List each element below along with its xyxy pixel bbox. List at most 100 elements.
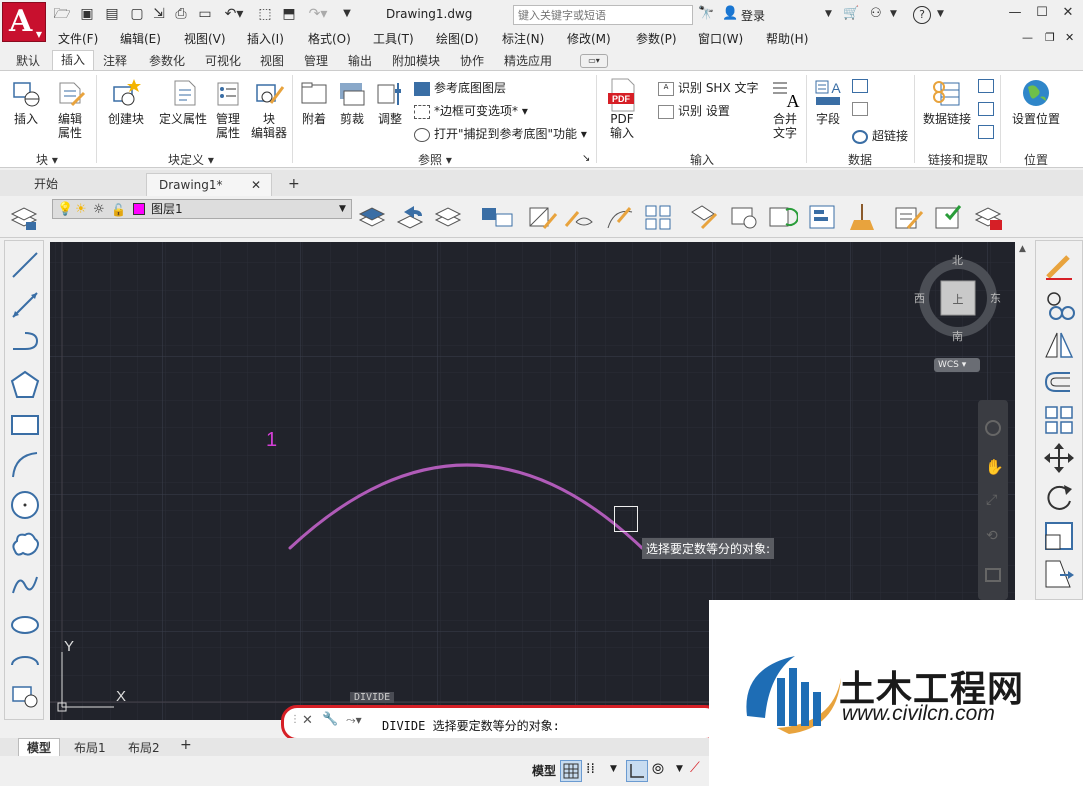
app-menu-button[interactable]: A ▼ — [2, 2, 46, 42]
menu-parametric[interactable]: 参数(P) — [636, 30, 677, 47]
circle-icon[interactable] — [9, 489, 41, 521]
plot-preview-icon[interactable]: ⬚ — [256, 5, 274, 23]
tab-view[interactable]: 视图 — [260, 52, 284, 69]
qat-customize-icon[interactable]: ▼ — [338, 5, 356, 23]
close-tab-icon[interactable]: ✕ — [251, 174, 261, 196]
compass-north[interactable]: 北 — [952, 252, 963, 268]
check-spelling-icon[interactable] — [932, 202, 964, 232]
insert-block-button[interactable]: 插入 — [6, 77, 46, 126]
viewport-icon[interactable] — [478, 202, 518, 232]
data-link-button[interactable]: 数据链接 — [918, 77, 976, 126]
account-dropdown-icon[interactable]: ▼ — [825, 9, 832, 19]
tab-layout1[interactable]: 布局1 — [74, 739, 106, 756]
layer-dropdown[interactable]: 💡 ☀ ☼ 🔓 图层1 ▼ — [52, 199, 352, 219]
edit-spline-icon[interactable] — [604, 202, 636, 232]
extract-data-icon[interactable] — [978, 79, 994, 93]
import-icon[interactable]: ⇲ — [150, 5, 168, 23]
polar-dropdown-icon[interactable]: ▼ — [676, 764, 683, 774]
attribute-manager-icon[interactable] — [806, 202, 838, 232]
menu-format[interactable]: 格式(O) — [308, 30, 351, 47]
recognize-shx-button[interactable]: A 识别 SHX 文字 — [658, 79, 759, 96]
copy-icon[interactable] — [1042, 287, 1076, 321]
undo-icon[interactable]: ↶▾ — [220, 5, 248, 23]
grid-toggle-icon[interactable] — [560, 760, 582, 782]
scale-icon[interactable] — [1042, 519, 1076, 553]
zoom-extents-icon[interactable]: ⤢ — [986, 492, 997, 508]
ellipse-arc-icon[interactable] — [9, 649, 41, 681]
orbit-icon[interactable]: ⟲ — [986, 528, 998, 544]
erase-icon[interactable] — [1042, 249, 1076, 283]
help-dropdown-icon[interactable]: ▼ — [937, 9, 944, 19]
tab-annotate[interactable]: 注释 — [103, 52, 127, 69]
tab-featured-apps[interactable]: 精选应用 — [504, 52, 552, 69]
snap-mode-icon[interactable]: ⁞⁞ — [586, 761, 595, 777]
isodraft-icon[interactable]: ⟋ — [690, 760, 700, 776]
polygon-icon[interactable] — [9, 369, 41, 401]
ribbon-minimize-icon[interactable]: ▭▾ — [580, 54, 608, 68]
scroll-up-icon[interactable]: ▲ — [1019, 244, 1026, 254]
compass-east[interactable]: 东 — [990, 290, 1001, 306]
close-icon[interactable]: ✕ — [1058, 5, 1078, 23]
tab-visualize[interactable]: 可视化 — [205, 52, 241, 69]
attribute-edit-icon[interactable] — [688, 202, 720, 232]
rotate-icon[interactable] — [1042, 481, 1076, 515]
make-current-layer-icon[interactable] — [356, 202, 388, 232]
hatch-pencil-icon[interactable] — [526, 202, 558, 232]
rectangle-icon[interactable] — [9, 409, 41, 441]
tab-collaborate[interactable]: 协作 — [460, 52, 484, 69]
polar-tracking-icon[interactable]: ⦾ — [652, 760, 664, 778]
merge-text-button[interactable]: A 合并 文字 — [766, 77, 804, 140]
menu-help[interactable]: 帮助(H) — [766, 30, 808, 47]
open-folder-icon[interactable]: 🗁 — [53, 5, 71, 23]
close-command-icon[interactable]: ✕ — [302, 713, 313, 728]
panel-launcher-icon[interactable]: ↘ — [582, 153, 590, 164]
recent-commands-icon[interactable]: ⤳▾ — [346, 713, 362, 728]
menu-view[interactable]: 视图(V) — [184, 30, 226, 47]
save-icon[interactable]: ▣ — [78, 5, 96, 23]
user-icon[interactable]: 👤 — [722, 6, 738, 21]
tab-output[interactable]: 输出 — [348, 52, 372, 69]
login-button[interactable]: 登录 — [741, 7, 765, 24]
panel-block-definition-title[interactable]: 块定义 ▾ — [168, 151, 214, 168]
network-dropdown-icon[interactable]: ▼ — [890, 9, 897, 19]
menu-draw[interactable]: 绘图(D) — [436, 30, 479, 47]
layer-delete-icon[interactable] — [972, 202, 1004, 232]
polyline-icon[interactable] — [9, 329, 41, 361]
command-input[interactable]: DIVIDE 选择要定数等分的对象: — [382, 717, 560, 734]
clip-button[interactable]: 剪裁 — [334, 77, 370, 126]
snap-dropdown-icon[interactable]: ▼ — [610, 764, 617, 774]
manage-attributes-button[interactable]: 管理 属性 — [210, 77, 246, 140]
search-input[interactable] — [513, 5, 693, 25]
compass-west[interactable]: 西 — [914, 290, 925, 306]
underlay-layers-button[interactable]: 参考底图图层 — [414, 79, 506, 96]
menu-insert[interactable]: 插入(I) — [247, 30, 284, 47]
layer-properties-icon[interactable] — [8, 202, 40, 232]
block-attribute-icon[interactable] — [728, 202, 760, 232]
update-fields-icon[interactable] — [852, 79, 868, 93]
adjust-button[interactable]: 调整 — [372, 77, 408, 126]
set-location-button[interactable]: 设置位置 — [1004, 77, 1068, 126]
new-icon[interactable]: ▢ — [128, 5, 146, 23]
spline-icon[interactable] — [9, 569, 41, 601]
tab-default[interactable]: 默认 — [16, 52, 40, 69]
recognize-settings-button[interactable]: 识别 设置 — [658, 102, 730, 119]
offset-icon[interactable] — [1042, 365, 1076, 399]
save-as-icon[interactable]: ▤ — [103, 5, 121, 23]
menu-tools[interactable]: 工具(T) — [373, 30, 414, 47]
cart-icon[interactable]: 🛒 — [843, 6, 859, 21]
help-icon[interactable]: ? — [913, 6, 931, 24]
field-button[interactable]: A 字段 — [810, 77, 846, 126]
add-layout-icon[interactable]: + — [180, 737, 192, 753]
arc-icon[interactable] — [9, 449, 41, 481]
doc-close-icon[interactable]: ✕ — [1065, 31, 1074, 44]
hyperlink-button[interactable]: 超链接 — [852, 127, 908, 144]
insert-block-tool-icon[interactable] — [9, 679, 41, 711]
tab-drawing1[interactable]: Drawing1* ✕ — [146, 173, 272, 196]
print-icon[interactable]: ⎙ — [172, 5, 190, 23]
pan-hand-icon[interactable]: ✋ — [985, 458, 1004, 476]
create-block-button[interactable]: 创建块 — [102, 77, 150, 126]
tab-manage[interactable]: 管理 — [304, 52, 328, 69]
stretch-icon[interactable] — [1042, 557, 1076, 591]
revision-cloud-icon[interactable] — [9, 529, 41, 561]
construction-line-icon[interactable] — [9, 289, 41, 321]
